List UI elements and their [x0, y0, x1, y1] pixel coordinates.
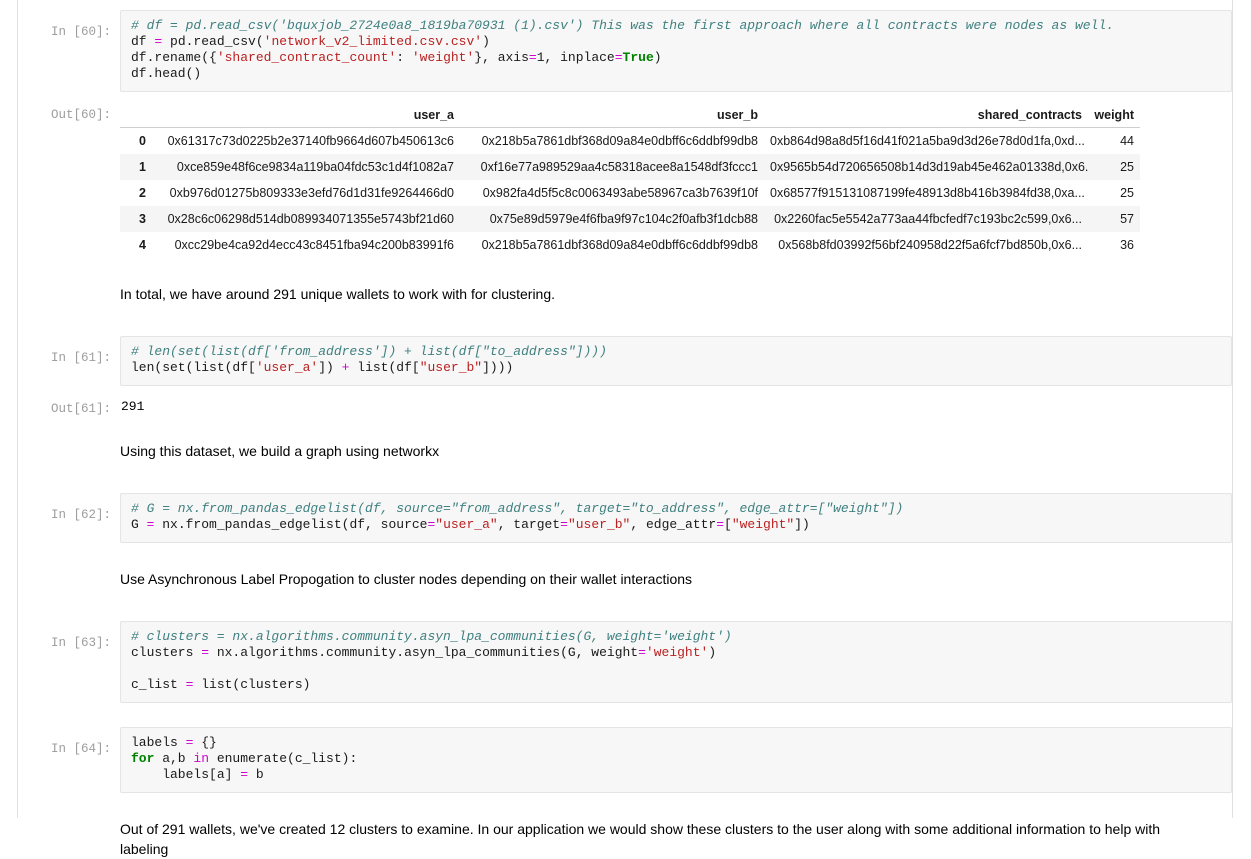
code-text-61: # len(set(list(df['from_address']) + lis… [131, 344, 607, 375]
table-row: 0 0x61317c73d0225b2e37140fb9664d607b4506… [120, 128, 1140, 155]
cell-user-b: 0x982fa4d5f5c8c0063493abe58967ca3b7639f1… [482, 186, 758, 200]
table-row: 4 0xcc29be4ca92d4ecc43c8451fba94c200b839… [120, 232, 1140, 258]
output-text-61: 291 [121, 399, 145, 414]
code-cell-62[interactable]: In [62]: # G = nx.from_pandas_edgelist(d… [18, 493, 1232, 543]
cell-user-b: 0xf16e77a989529aa4c58318acee8a1548df3fcc… [480, 160, 758, 174]
table-row: 1 0xce859e48f6ce9834a119ba04fdc53c1d4f10… [120, 154, 1140, 180]
markdown-cell-1[interactable]: In total, we have around 291 unique wall… [18, 284, 1232, 314]
cell-weight: 44 [1120, 134, 1134, 148]
code-comment-61: # len(set(list(df['from_address']) + lis… [131, 344, 607, 359]
dataframe-body: 0 0x61317c73d0225b2e37140fb9664d607b4506… [120, 128, 1140, 259]
table-row: 3 0x28c6c06298d514db089934071355e5743bf2… [120, 206, 1140, 232]
code-editor-64[interactable]: labels = {} for a,b in enumerate(c_list)… [120, 727, 1232, 793]
code-cell-64-body: labels = {} for a,b in enumerate(c_list)… [120, 727, 1232, 793]
row-index: 4 [139, 238, 146, 252]
prompt-out-60: Out[60]: [50, 108, 111, 122]
code-text-62: # G = nx.from_pandas_edgelist(df, source… [131, 501, 904, 532]
markdown-text-3: Use Asynchronous Label Propogation to cl… [120, 571, 693, 587]
row-index: 1 [139, 160, 146, 174]
prompt-in-61: In [61]: [50, 351, 111, 365]
dataframe-col-weight: weight [1088, 106, 1140, 128]
cell-user-a: 0xb976d01275b809333e3efd76d1d31fe9264466… [169, 186, 454, 200]
markdown-prompt-2 [18, 441, 120, 471]
code-cell-62-body: # G = nx.from_pandas_edgelist(df, source… [120, 493, 1232, 543]
cell-weight: 36 [1120, 238, 1134, 252]
code-text-63: # clusters = nx.algorithms.community.asy… [131, 629, 732, 692]
markdown-cell-4-body: Out of 291 wallets, we've created 12 clu… [120, 819, 1232, 859]
prompt-out-61: Out[61]: [50, 402, 111, 416]
prompt-in-64: In [64]: [50, 742, 111, 756]
markdown-text-4: Out of 291 wallets, we've created 12 clu… [120, 821, 1161, 857]
output-cell-61: Out[61]: 291 [18, 398, 1232, 417]
row-index: 0 [139, 134, 146, 148]
dataframe-head: user_a user_b shared_contracts weight [120, 106, 1140, 128]
prompt-in-63: In [63]: [50, 636, 111, 650]
cell-user-b: 0x218b5a7861dbf368d09a84e0dbff6c6ddbf99d… [481, 238, 758, 252]
code-cell-60[interactable]: In [60]: # df = pd.read_csv('bquxjob_272… [18, 10, 1232, 92]
code-cell-60-body: # df = pd.read_csv('bquxjob_2724e0a8_181… [120, 10, 1232, 92]
markdown-cell-3-body: Use Asynchronous Label Propogation to cl… [120, 569, 1232, 589]
cell-user-a: 0xcc29be4ca92d4ecc43c8451fba94c200b83991… [174, 238, 454, 252]
output-cell-61-body: 291 [120, 398, 1232, 417]
cell-weight: 57 [1120, 212, 1134, 226]
code-cell-63[interactable]: In [63]: # clusters = nx.algorithms.comm… [18, 621, 1232, 703]
cell-user-a: 0x28c6c06298d514db089934071355e5743bf21d… [167, 212, 454, 226]
output-cell-60-body: user_a user_b shared_contracts weight 0 … [120, 104, 1232, 258]
code-cell-64[interactable]: In [64]: labels = {} for a,b in enumerat… [18, 727, 1232, 793]
cell-shared-contracts: 0x9565b54d720656508b14d3d19ab45e462a0133… [770, 160, 1088, 174]
code-text-60: # df = pd.read_csv('bquxjob_2724e0a8_181… [131, 18, 1114, 81]
markdown-cell-2[interactable]: Using this dataset, we build a graph usi… [18, 441, 1232, 471]
markdown-cell-3[interactable]: Use Asynchronous Label Propogation to cl… [18, 569, 1232, 599]
code-editor-62[interactable]: # G = nx.from_pandas_edgelist(df, source… [120, 493, 1232, 543]
markdown-prompt-4 [18, 819, 120, 849]
cell-shared-contracts: 0x2260fac5e5542a773aa44fbcfedf7c193bc2c5… [774, 212, 1082, 226]
cell-weight: 25 [1120, 160, 1134, 174]
code-comment-63: # clusters = nx.algorithms.community.asy… [131, 629, 732, 644]
cell-user-a: 0xce859e48f6ce9834a119ba04fdc53c1d4f1082… [176, 160, 454, 174]
cell-user-a: 0x61317c73d0225b2e37140fb9664d607b450613… [167, 134, 454, 148]
markdown-text-2: Using this dataset, we build a graph usi… [120, 443, 440, 459]
code-editor-63[interactable]: # clusters = nx.algorithms.community.asy… [120, 621, 1232, 703]
markdown-prompt-1 [18, 284, 120, 314]
dataframe-container: user_a user_b shared_contracts weight 0 … [120, 104, 1232, 258]
cell-user-b: 0x218b5a7861dbf368d09a84e0dbff6c6ddbf99d… [481, 134, 758, 148]
cell-shared-contracts: 0x68577f915131087199fe48913d8b416b3984fd… [770, 186, 1085, 200]
cell-weight: 25 [1120, 186, 1134, 200]
dataframe-col-user-b: user_b [460, 106, 764, 128]
cell-shared-contracts: 0x568b8fd03992f56bf240958d22f5a6fcf7bd85… [778, 238, 1082, 252]
dataframe-col-shared-contracts: shared_contracts [764, 106, 1088, 128]
code-cell-61[interactable]: In [61]: # len(set(list(df['from_address… [18, 336, 1232, 386]
output-cell-60: Out[60]: user_a user_b shared_contracts … [18, 104, 1232, 258]
code-editor-61[interactable]: # len(set(list(df['from_address']) + lis… [120, 336, 1232, 386]
prompt-in-62: In [62]: [50, 508, 111, 522]
cell-user-b: 0x75e89d5979e4f6fba9f97c104c2f0afb3f1dcb… [489, 212, 758, 226]
code-cell-63-body: # clusters = nx.algorithms.community.asy… [120, 621, 1232, 703]
markdown-cell-2-body: Using this dataset, we build a graph usi… [120, 441, 1232, 461]
dataframe-index-header [120, 106, 152, 128]
code-cell-61-body: # len(set(list(df['from_address']) + lis… [120, 336, 1232, 386]
markdown-cell-4[interactable]: Out of 291 wallets, we've created 12 clu… [18, 819, 1232, 859]
dataframe-col-user-a: user_a [152, 106, 460, 128]
code-editor-60[interactable]: # df = pd.read_csv('bquxjob_2724e0a8_181… [120, 10, 1232, 92]
row-index: 2 [139, 186, 146, 200]
row-index: 3 [139, 212, 146, 226]
dataframe-header-row: user_a user_b shared_contracts weight [120, 106, 1140, 128]
markdown-cell-1-body: In total, we have around 291 unique wall… [120, 284, 1232, 304]
code-comment-62: # G = nx.from_pandas_edgelist(df, source… [131, 501, 904, 516]
prompt-in-60: In [60]: [50, 25, 111, 39]
markdown-text-1: In total, we have around 291 unique wall… [120, 286, 556, 302]
markdown-prompt-3 [18, 569, 120, 599]
dataframe-table: user_a user_b shared_contracts weight 0 … [120, 106, 1140, 258]
page-right-rule [1232, 0, 1233, 818]
code-text-64: labels = {} for a,b in enumerate(c_list)… [131, 735, 358, 782]
cell-shared-contracts: 0xb864d98a8d5f16d41f021a5ba9d3d26e78d0d1… [770, 134, 1085, 148]
notebook-page: In [60]: # df = pd.read_csv('bquxjob_272… [0, 0, 1251, 857]
table-row: 2 0xb976d01275b809333e3efd76d1d31fe92644… [120, 180, 1140, 206]
notebook-content: In [60]: # df = pd.read_csv('bquxjob_272… [18, 0, 1232, 859]
code-comment-60: # df = pd.read_csv('bquxjob_2724e0a8_181… [131, 18, 1114, 33]
